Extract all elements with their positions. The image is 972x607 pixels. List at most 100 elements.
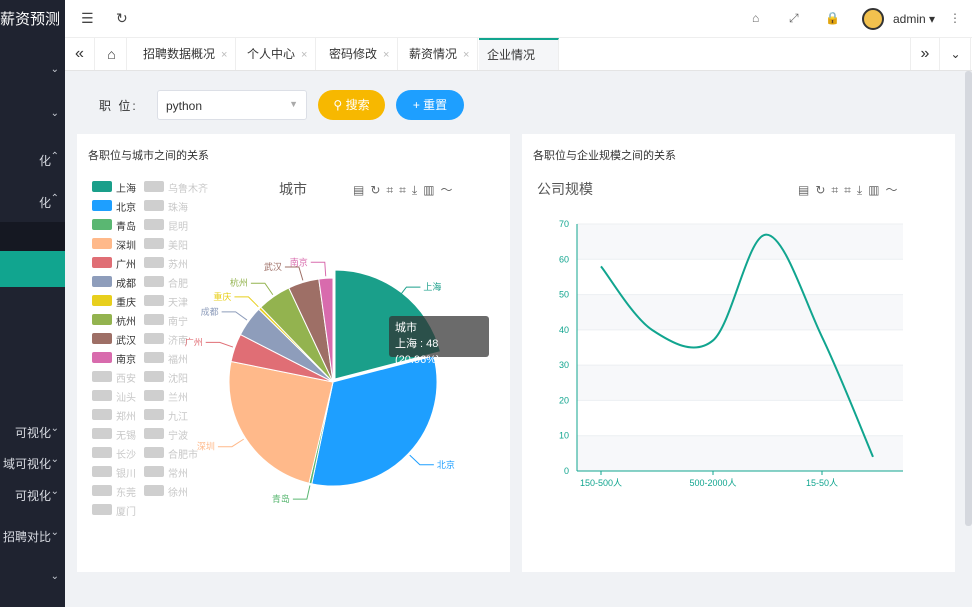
sidebar-item-1[interactable]: ⌄: [0, 98, 65, 134]
reset-button-label: 重置: [423, 98, 448, 112]
legend-item[interactable]: 深圳: [92, 237, 144, 252]
search-button[interactable]: ⚲ 搜索: [318, 90, 385, 120]
legend-swatch: [144, 390, 164, 401]
close-icon[interactable]: ×: [301, 49, 307, 61]
legend-item[interactable]: 天津: [144, 294, 196, 309]
tab-bar: « ⌂ 招聘数据概况 × 个人中心 × 密码修改 × 薪资情况 × 企业情况 » ⌄: [65, 38, 972, 71]
chevron-up-icon: ⌃: [50, 193, 59, 204]
legend-item[interactable]: 沈阳: [144, 370, 196, 385]
legend-swatch: [144, 276, 164, 287]
sidebar-item-9[interactable]: 招聘对比 ⌄: [0, 517, 65, 553]
legend-swatch: [144, 200, 164, 211]
sidebar-item-2[interactable]: 化 ⌃: [0, 141, 65, 177]
chart-toolbox[interactable]: ▤↻⌗⌗⤓▥〜: [798, 181, 904, 198]
legend-label: 九江: [168, 412, 188, 423]
legend-item[interactable]: 合肥: [144, 275, 196, 290]
legend-item[interactable]: 昆明: [144, 218, 196, 233]
legend-item[interactable]: 青岛: [92, 218, 144, 233]
legend-item[interactable]: 宁波: [144, 427, 196, 442]
tab-scroll-right-icon[interactable]: »: [910, 38, 940, 70]
sidebar-item-8[interactable]: 可视化 ⌄: [0, 476, 65, 512]
legend-item[interactable]: 福州: [144, 351, 196, 366]
close-icon[interactable]: ×: [463, 49, 469, 61]
home-icon[interactable]: ⌂: [97, 38, 127, 70]
legend-item[interactable]: 常州: [144, 465, 196, 480]
page-scrollbar[interactable]: [965, 71, 972, 526]
user-menu[interactable]: admin ▾: [893, 12, 935, 26]
tab-password-change[interactable]: 密码修改 ×: [321, 38, 399, 70]
legend-item[interactable]: 郑州: [92, 408, 144, 423]
legend-item[interactable]: 北京: [92, 199, 144, 214]
legend-item[interactable]: 西安: [92, 370, 144, 385]
legend-item[interactable]: 银川: [92, 465, 144, 480]
legend-swatch: [92, 200, 112, 211]
legend-item[interactable]: 上海: [92, 180, 144, 195]
sidebar-item-3[interactable]: 化 ⌃: [0, 183, 65, 219]
legend-swatch: [92, 466, 112, 477]
tab-dropdown-icon[interactable]: ⌄: [941, 38, 971, 70]
tag-icon[interactable]: ⌂: [752, 11, 759, 25]
legend-item[interactable]: 珠海: [144, 199, 196, 214]
legend-swatch: [92, 352, 112, 363]
more-icon[interactable]: ⋮: [949, 11, 961, 25]
legend-swatch: [92, 485, 112, 496]
plus-icon: +: [412, 98, 420, 112]
legend-swatch: [92, 219, 112, 230]
tab-label: 薪资情况: [409, 47, 458, 61]
legend-item[interactable]: 南宁: [144, 313, 196, 328]
tab-label: 密码修改: [329, 47, 378, 61]
chevron-down-icon: ⌄: [50, 527, 59, 538]
tab-scroll-left-icon[interactable]: «: [65, 38, 95, 70]
legend-label: 济南: [168, 336, 188, 347]
tab-personal-center[interactable]: 个人中心 ×: [239, 38, 317, 70]
sidebar-item-5[interactable]: [0, 251, 65, 287]
lock-icon[interactable]: 🔒: [825, 11, 840, 25]
legend-swatch: [144, 352, 164, 363]
legend-label: 徐州: [168, 488, 188, 499]
close-icon[interactable]: ×: [221, 49, 227, 61]
reset-button[interactable]: + 重置: [396, 90, 464, 120]
legend-label: 沈阳: [168, 374, 188, 385]
tab-label: 企业情况: [487, 48, 536, 62]
legend-item[interactable]: 南京: [92, 351, 144, 366]
legend-item[interactable]: 杭州: [92, 313, 144, 328]
legend-label: 南宁: [168, 317, 188, 328]
legend-item[interactable]: 苏州: [144, 256, 196, 271]
legend-item[interactable]: 徐州: [144, 484, 196, 499]
menu-fold-icon[interactable]: ☰: [81, 10, 94, 27]
sidebar-item-10[interactable]: ⌄: [0, 561, 65, 597]
legend-item[interactable]: 合肥市: [144, 446, 198, 461]
tab-company[interactable]: 企业情况: [479, 38, 559, 70]
legend-item[interactable]: 武汉: [92, 332, 144, 347]
fullscreen-icon[interactable]: ⤢: [789, 11, 799, 26]
legend-item[interactable]: 美阳: [144, 237, 196, 252]
avatar[interactable]: [862, 8, 884, 30]
legend-item[interactable]: 乌鲁木齐: [144, 180, 208, 195]
sidebar-item-7[interactable]: 域可视化 ⌄: [0, 444, 65, 480]
position-select[interactable]: python ▼: [157, 90, 307, 120]
legend-item[interactable]: 无锡: [92, 427, 144, 442]
legend-label: 乌鲁木齐: [168, 184, 208, 195]
legend-item[interactable]: 九江: [144, 408, 196, 423]
legend-item[interactable]: 厦门: [92, 503, 144, 518]
legend-item[interactable]: 兰州: [144, 389, 196, 404]
sidebar-item-0[interactable]: ⌄: [0, 54, 65, 90]
legend-swatch: [144, 257, 164, 268]
tooltip-title: 城市: [395, 322, 417, 334]
legend-item[interactable]: 广州: [92, 256, 144, 271]
refresh-icon[interactable]: ↻: [116, 10, 128, 27]
legend-item[interactable]: 济南: [144, 332, 196, 347]
legend-swatch: [92, 409, 112, 420]
legend-label: 西安: [116, 374, 136, 385]
legend-item[interactable]: 成都: [92, 275, 144, 290]
legend-item[interactable]: 东莞: [92, 484, 144, 499]
legend-swatch: [144, 238, 164, 249]
legend-item[interactable]: 汕头: [92, 389, 144, 404]
chevron-up-icon: ⌃: [50, 151, 59, 162]
close-icon[interactable]: ×: [383, 49, 389, 61]
legend-item[interactable]: 重庆: [92, 294, 144, 309]
chart-toolbox[interactable]: ▤↻⌗⌗⤓▥〜: [353, 181, 459, 198]
tab-salary[interactable]: 薪资情况 ×: [401, 38, 479, 70]
legend-item[interactable]: 长沙: [92, 446, 144, 461]
tab-recruit-overview[interactable]: 招聘数据概况 ×: [135, 38, 237, 70]
